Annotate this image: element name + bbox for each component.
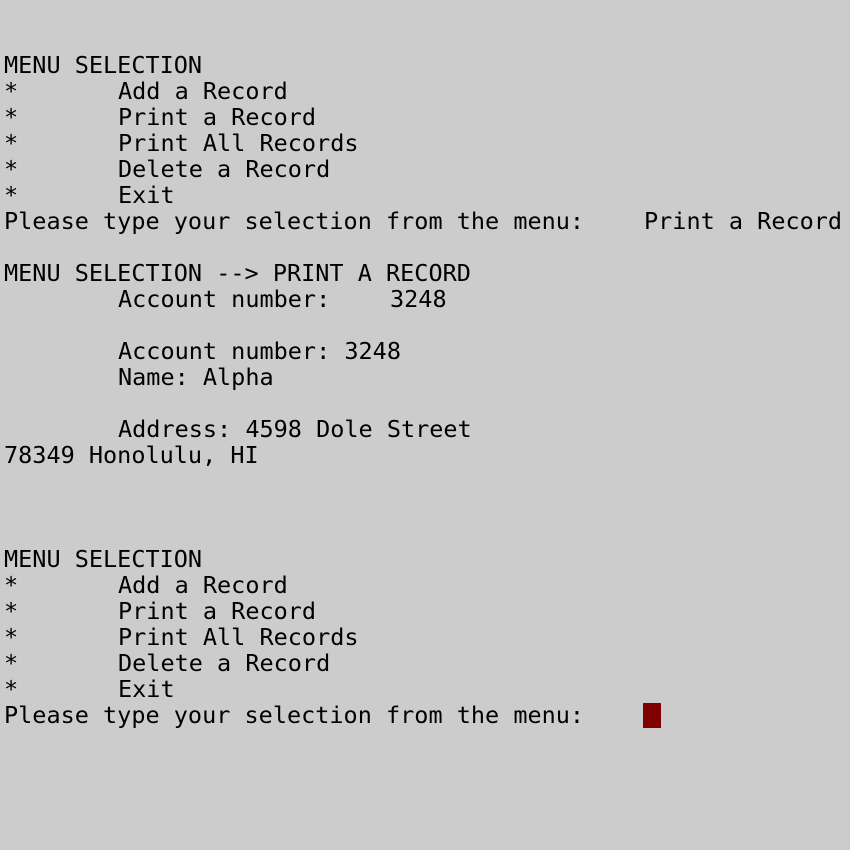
menu-option-print-all: Print All Records <box>118 129 359 157</box>
bullet-star: * <box>4 77 19 105</box>
selection-prompt: Please type your selection from the menu… <box>4 207 585 235</box>
record-city: 78349 Honolulu, HI <box>4 441 259 469</box>
menu-option-add: Add a Record <box>118 571 288 599</box>
account-number-prompt: Account number: <box>118 285 331 313</box>
bullet-star: * <box>4 623 19 651</box>
menu-option-print: Print a Record <box>118 103 317 131</box>
menu-option-exit: Exit <box>118 675 175 703</box>
print-record-header: MENU SELECTION --> PRINT A RECORD <box>4 259 471 287</box>
menu-option-print: Print a Record <box>118 597 317 625</box>
menu-title: MENU SELECTION <box>4 545 203 573</box>
bullet-star: * <box>4 103 19 131</box>
selection-prompt: Please type your selection from the menu… <box>4 701 585 729</box>
selection-input-value: Print a Record <box>644 207 843 235</box>
record-name: Name: Alpha <box>118 363 274 391</box>
bullet-star: * <box>4 181 19 209</box>
bullet-star: * <box>4 571 19 599</box>
account-number-input: 3248 <box>390 285 447 313</box>
menu-option-print-all: Print All Records <box>118 623 359 651</box>
terminal-window[interactable]: MENU SELECTION * Add a Record * Print a … <box>0 0 850 850</box>
text-cursor[interactable] <box>643 703 661 728</box>
record-account-number: Account number: 3248 <box>118 337 401 365</box>
bullet-star: * <box>4 597 19 625</box>
menu-option-delete: Delete a Record <box>118 649 331 677</box>
menu-option-exit: Exit <box>118 181 175 209</box>
bullet-star: * <box>4 129 19 157</box>
bullet-star: * <box>4 649 19 677</box>
record-address: Address: 4598 Dole Street <box>118 415 472 443</box>
bullet-star: * <box>4 675 19 703</box>
menu-title: MENU SELECTION <box>4 51 203 79</box>
menu-option-add: Add a Record <box>118 77 288 105</box>
bullet-star: * <box>4 155 19 183</box>
menu-option-delete: Delete a Record <box>118 155 331 183</box>
